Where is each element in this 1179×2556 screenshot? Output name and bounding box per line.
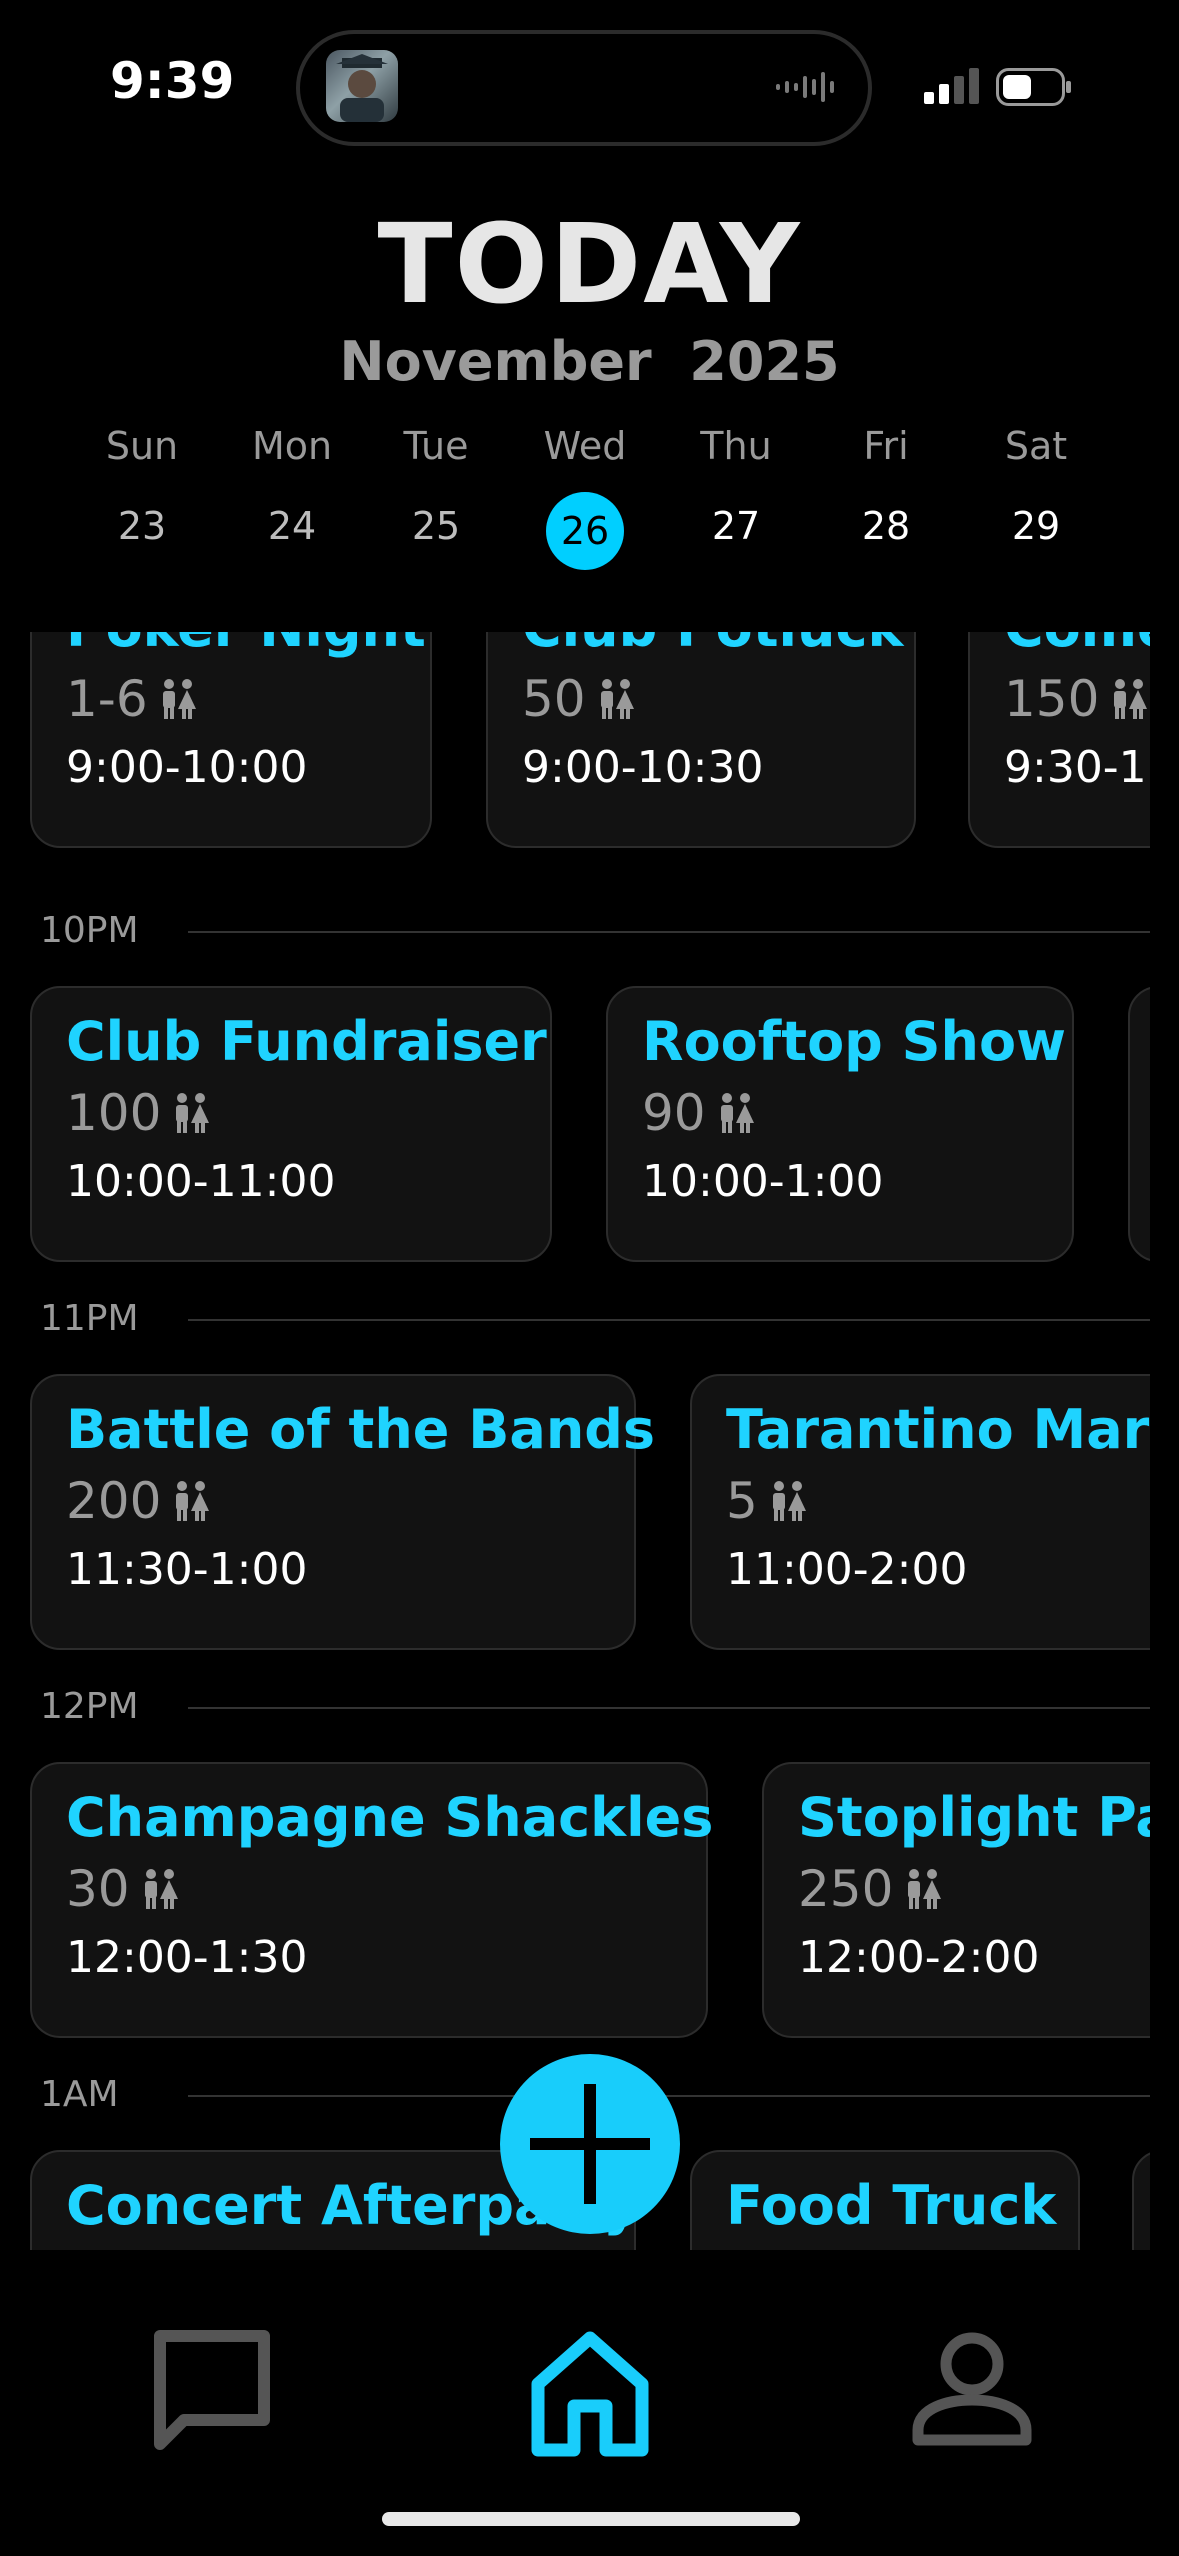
people-icon xyxy=(908,1869,942,1909)
event-card[interactable]: Club Potluck 50 9:00-10:30 xyxy=(486,632,916,848)
event-card[interactable]: Club Fundraiser 100 10:00-11:00 xyxy=(30,986,552,1262)
audio-wave-icon xyxy=(776,72,834,102)
event-card[interactable]: Battle of the Bands 200 11:30-1:00 xyxy=(30,1374,655,1650)
hour-label-10pm: 10PM xyxy=(40,910,139,951)
capacity-value: 150 xyxy=(1004,670,1100,728)
hour-label-1am: 1AM xyxy=(40,2074,119,2115)
weekday-wed: Wed xyxy=(543,424,627,468)
people-icon xyxy=(600,679,634,719)
chat-icon[interactable] xyxy=(140,2320,280,2460)
event-card[interactable]: Champagne Shackles 30 12:00-1:30 xyxy=(30,1762,713,2038)
hour-label-12pm: 12PM xyxy=(40,1686,139,1727)
date-selected[interactable]: 26 xyxy=(546,492,624,570)
event-time: 10:00-11:00 xyxy=(66,1156,336,1207)
event-title: Battle of the Bands xyxy=(66,1398,656,1461)
event-card[interactable] xyxy=(1132,2150,1150,2250)
people-icon xyxy=(720,1093,754,1133)
people-icon xyxy=(144,1869,178,1909)
add-event-button[interactable] xyxy=(500,2054,680,2234)
date-27[interactable]: 27 xyxy=(686,504,786,548)
event-time: 9:00-10:00 xyxy=(66,742,308,793)
capacity-value: 5 xyxy=(726,1472,758,1530)
date-29[interactable]: 29 xyxy=(986,504,1086,548)
month-label: November xyxy=(339,330,652,393)
event-capacity: 5 xyxy=(726,1472,808,1530)
event-capacity: 250 xyxy=(798,1860,943,1918)
profile-icon[interactable] xyxy=(902,2320,1042,2460)
date-28[interactable]: 28 xyxy=(836,504,936,548)
weekday-sat: Sat xyxy=(1004,424,1068,468)
now-playing-avatar[interactable] xyxy=(326,50,398,122)
event-title: Stoplight Par xyxy=(798,1786,1150,1849)
event-time: 12:00-1:30 xyxy=(66,1932,308,1983)
hour-label-11pm: 11PM xyxy=(40,1298,139,1339)
capacity-value: 200 xyxy=(66,1472,162,1530)
page-title: TODAY xyxy=(377,200,802,328)
event-title: Club Fundraiser xyxy=(66,1010,547,1073)
event-card[interactable] xyxy=(1128,986,1150,1262)
date-24[interactable]: 24 xyxy=(242,504,342,548)
people-icon xyxy=(772,1481,806,1521)
event-time: 9:30-1 xyxy=(1004,742,1147,793)
event-card[interactable]: Food Truck xyxy=(690,2150,1080,2250)
status-time: 9:39 xyxy=(110,52,235,110)
capacity-value: 30 xyxy=(66,1860,130,1918)
event-card[interactable]: Rooftop Show 90 10:00-1:00 xyxy=(606,986,1074,1262)
capacity-value: 1-6 xyxy=(66,670,148,728)
event-title: Rooftop Show xyxy=(642,1010,1066,1073)
capacity-value: 100 xyxy=(66,1084,162,1142)
weekday-mon: Mon xyxy=(251,424,333,468)
event-card[interactable]: Poker Night 1-6 9:00-10:00 xyxy=(30,632,432,848)
event-title: Food Truck xyxy=(726,2174,1057,2237)
people-icon xyxy=(176,1093,210,1133)
event-time: 9:00-10:30 xyxy=(522,742,764,793)
event-time: 12:00-2:00 xyxy=(798,1932,1040,1983)
event-capacity: 90 xyxy=(642,1084,756,1142)
month-year-label[interactable]: November 2025 xyxy=(0,330,1179,393)
hour-divider xyxy=(188,1707,1150,1709)
home-icon[interactable] xyxy=(520,2320,660,2460)
date-23[interactable]: 23 xyxy=(92,504,192,548)
event-title: Tarantino Marat xyxy=(726,1398,1150,1461)
date-25[interactable]: 25 xyxy=(386,504,486,548)
year-label: 2025 xyxy=(689,330,840,393)
event-capacity: 1-6 xyxy=(66,670,198,728)
event-card[interactable]: Come 150 9:30-1 xyxy=(968,632,1150,848)
event-time: 10:00-1:00 xyxy=(642,1156,884,1207)
event-capacity: 100 xyxy=(66,1084,211,1142)
event-card[interactable]: Tarantino Marat 5 11:00-2:00 xyxy=(690,1374,1150,1650)
home-indicator[interactable] xyxy=(382,2512,800,2526)
weekday-thu: Thu xyxy=(700,424,772,468)
people-icon xyxy=(1114,679,1148,719)
battery-icon xyxy=(996,68,1071,106)
event-title: Champagne Shackles xyxy=(66,1786,714,1849)
event-time: 11:30-1:00 xyxy=(66,1544,308,1595)
weekday-sun: Sun xyxy=(105,424,179,468)
event-title: Come xyxy=(1004,632,1150,659)
event-capacity: 50 xyxy=(522,670,636,728)
capacity-value: 250 xyxy=(798,1860,894,1918)
people-icon xyxy=(176,1481,210,1521)
event-capacity: 150 xyxy=(1004,670,1149,728)
hour-divider xyxy=(188,1319,1150,1321)
event-title: Poker Night xyxy=(66,632,426,659)
event-time: 11:00-2:00 xyxy=(726,1544,968,1595)
cellular-signal-icon xyxy=(924,68,979,104)
event-capacity: 30 xyxy=(66,1860,180,1918)
event-card[interactable]: Stoplight Par 250 12:00-2:00 xyxy=(762,1762,1150,2038)
plus-icon xyxy=(530,2084,650,2204)
capacity-value: 90 xyxy=(642,1084,706,1142)
hour-divider xyxy=(188,931,1150,933)
weekday-fri: Fri xyxy=(863,424,909,468)
event-timeline[interactable]: Poker Night 1-6 9:00-10:00 Club Potluck … xyxy=(0,632,1150,2250)
event-title: Club Potluck xyxy=(522,632,903,659)
capacity-value: 50 xyxy=(522,670,586,728)
weekday-tue: Tue xyxy=(403,424,469,468)
people-icon xyxy=(162,679,196,719)
event-capacity: 200 xyxy=(66,1472,211,1530)
